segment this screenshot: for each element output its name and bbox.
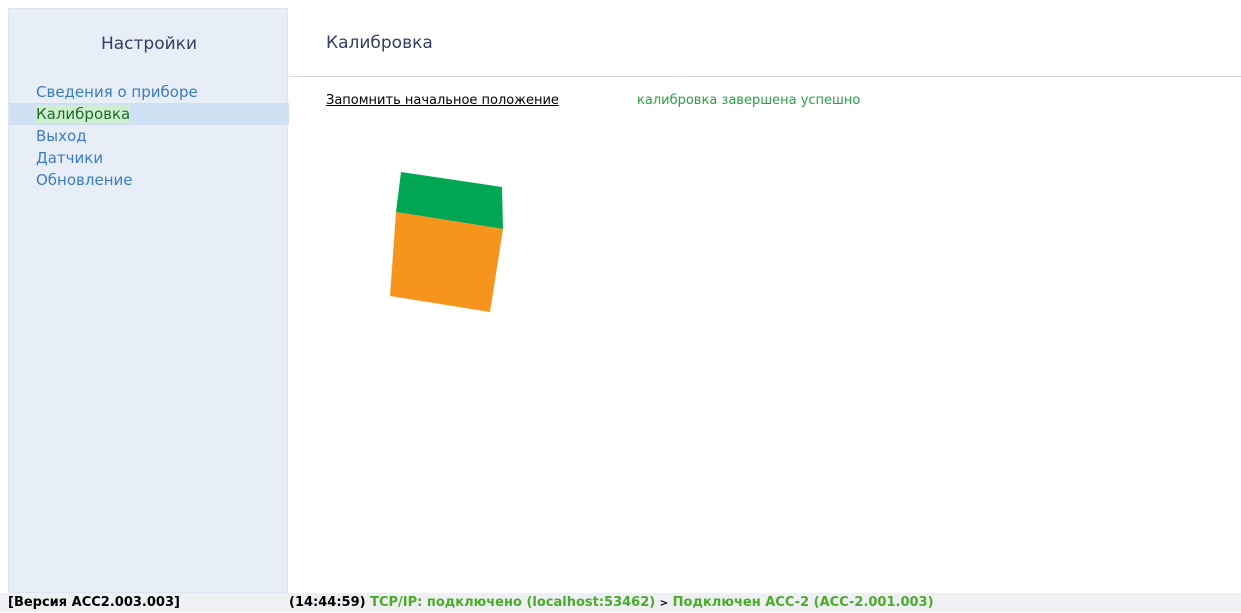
tcp-status: TCP/IP: подключено (localhost:53462) bbox=[370, 595, 656, 610]
sidebar: Настройки Сведения о приборе Калибровка … bbox=[8, 8, 289, 593]
status-separator: > bbox=[659, 598, 669, 609]
sidebar-item-update[interactable]: Обновление bbox=[9, 169, 289, 191]
calibration-status-message: калибровка завершена успешно bbox=[637, 93, 861, 108]
sidebar-item-sensors[interactable]: Датчики bbox=[9, 147, 289, 169]
sidebar-item-label: Выход bbox=[36, 127, 87, 145]
status-time: (14:44:59) bbox=[289, 595, 366, 610]
sidebar-item-output[interactable]: Выход bbox=[9, 125, 289, 147]
sidebar-nav: Сведения о приборе Калибровка Выход Датч… bbox=[9, 81, 289, 191]
sidebar-item-device-info[interactable]: Сведения о приборе bbox=[9, 81, 289, 103]
cube-front-face bbox=[390, 212, 503, 312]
sidebar-item-label: Сведения о приборе bbox=[36, 83, 198, 101]
status-bar: [Версия ACC2.003.003] (14:44:59) TCP/IP:… bbox=[0, 593, 1241, 612]
remember-initial-position-link[interactable]: Запомнить начальное положение bbox=[326, 93, 559, 108]
device-status: Подключен ACC-2 (ACC-2.001.003) bbox=[672, 595, 934, 610]
connection-status: (14:44:59) TCP/IP: подключено (localhost… bbox=[289, 593, 934, 613]
sidebar-item-calibration[interactable]: Калибровка bbox=[9, 103, 289, 125]
sidebar-item-label: Калибровка bbox=[36, 105, 131, 123]
main-panel: Калибровка Запомнить начальное положение… bbox=[289, 8, 1241, 593]
app-frame: Настройки Сведения о приборе Калибровка … bbox=[8, 8, 1241, 593]
version-label: [Версия ACC2.003.003] bbox=[8, 595, 180, 610]
action-row: Запомнить начальное положение bbox=[326, 93, 559, 108]
sidebar-item-label: Обновление bbox=[36, 171, 133, 189]
orientation-cube bbox=[390, 172, 503, 312]
page-title: Калибровка bbox=[326, 33, 433, 53]
sidebar-item-label: Датчики bbox=[36, 149, 104, 167]
page-header: Калибровка bbox=[289, 8, 1241, 77]
sidebar-title: Настройки bbox=[100, 34, 197, 54]
